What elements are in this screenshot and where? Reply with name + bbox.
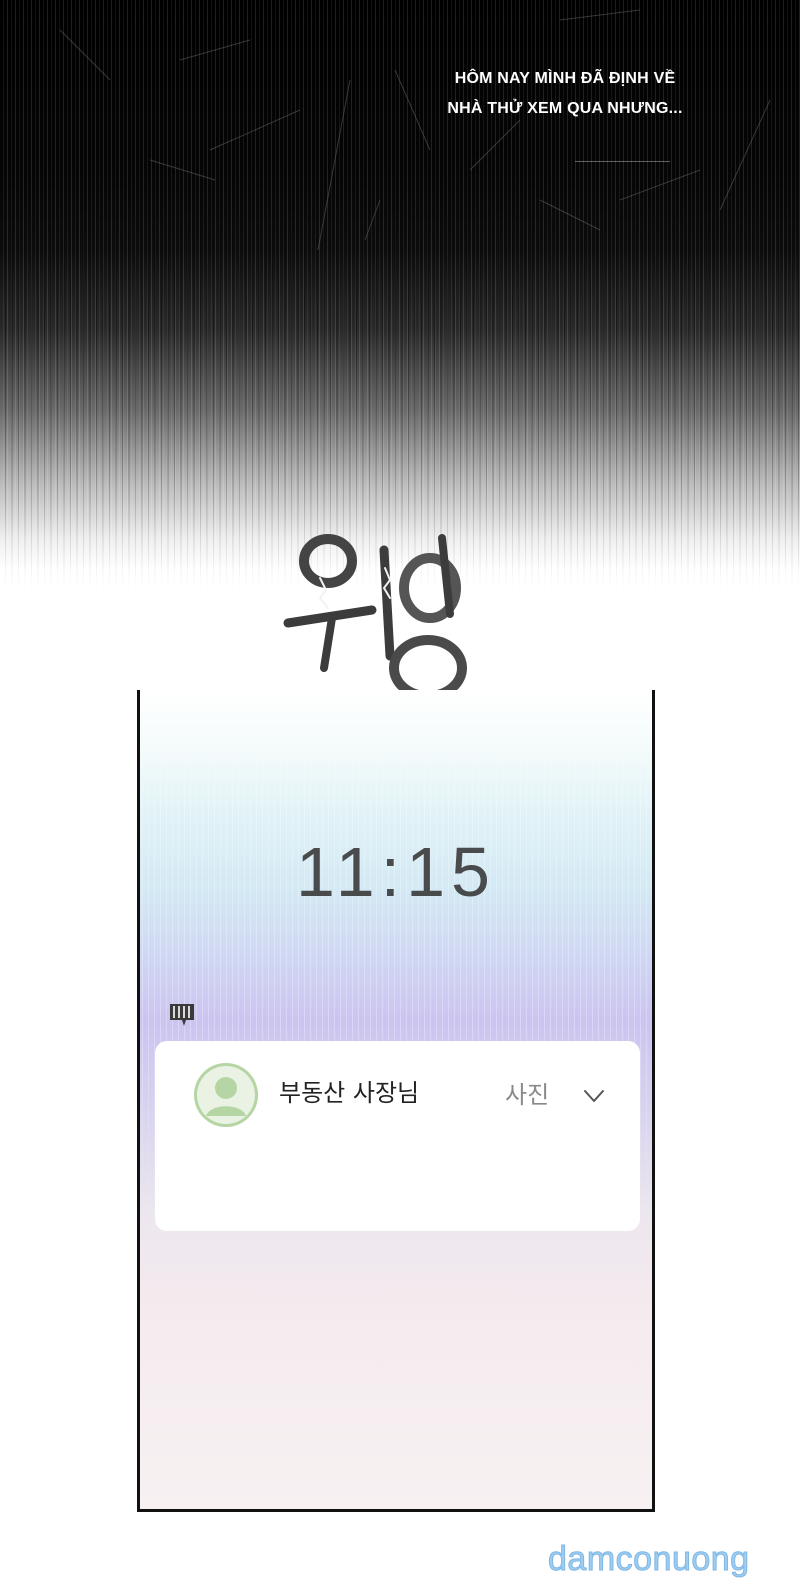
lock-screen-clock: 11:15 [296,833,496,911]
notification-sender: 부동산 사장님 [279,1079,420,1107]
caption-line-2: NHÀ THỬ XEM QUA NHƯNG... [447,100,683,117]
speech-caption: HÔM NAY MÌNH ĐÃ ĐỊNH VỀ NHÀ THỬ XEM QUA … [430,64,700,124]
avatar [194,1063,258,1127]
phone-lock-screen: 11:15 부동산 사장님 사진 [137,690,655,1512]
watermark: damconuong [548,1540,750,1579]
caption-divider [575,161,670,162]
message-notification[interactable]: 부동산 사장님 사진 [155,1041,640,1231]
scratch-texture [59,9,771,251]
person-icon [197,1066,255,1124]
chevron-down-icon[interactable] [582,1084,606,1108]
message-icon [170,1004,194,1026]
notification-type: 사진 [505,1081,550,1109]
vibration-sound-effect: 위잉 [283,534,467,701]
caption-line-1: HÔM NAY MÌNH ĐÃ ĐỊNH VỀ [454,70,676,87]
